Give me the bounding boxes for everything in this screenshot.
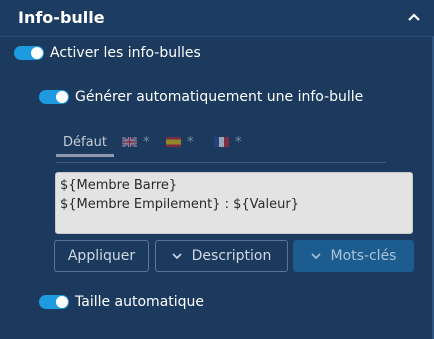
- enable-tooltips-toggle-row[interactable]: Activer les info-bulles: [14, 45, 201, 61]
- auto-generate-toggle[interactable]: [39, 90, 69, 104]
- auto-size-toggle[interactable]: [39, 295, 69, 309]
- chevron-up-icon[interactable]: [408, 13, 420, 21]
- description-button-label: Description: [191, 248, 272, 264]
- tab-english-marker: *: [143, 134, 150, 150]
- tab-english[interactable]: *: [122, 124, 150, 160]
- panel-header[interactable]: Info-bulle: [0, 0, 434, 37]
- tab-default-label: Défaut: [63, 134, 107, 150]
- apply-button-label: Appliquer: [67, 248, 136, 264]
- keywords-button[interactable]: Mots-clés: [293, 240, 414, 272]
- active-tab-indicator: [56, 154, 114, 157]
- panel-title: Info-bulle: [18, 8, 105, 27]
- toggle-knob: [56, 91, 68, 103]
- chevron-down-icon: [172, 253, 182, 259]
- tab-spanish-marker: *: [187, 134, 194, 150]
- auto-generate-toggle-row[interactable]: Générer automatiquement une info-bulle: [39, 89, 363, 105]
- language-tabs: Défaut * * *: [56, 124, 386, 163]
- enable-tooltips-label: Activer les info-bulles: [50, 45, 201, 61]
- editor-line: ${Membre Barre}: [60, 178, 178, 193]
- spain-flag-icon: [166, 137, 181, 147]
- uk-flag-icon: [122, 137, 137, 147]
- chevron-down-icon: [310, 253, 321, 259]
- tooltip-template-editor[interactable]: ${Membre Barre} ${Membre Empilement} : $…: [55, 172, 413, 234]
- tab-spanish[interactable]: *: [166, 124, 194, 160]
- toggle-knob: [31, 47, 43, 59]
- tab-french[interactable]: *: [214, 124, 242, 160]
- keywords-button-label: Mots-clés: [330, 248, 397, 264]
- tab-french-marker: *: [235, 134, 242, 150]
- editor-line: ${Membre Empilement} : ${Valeur}: [60, 197, 299, 212]
- auto-size-label: Taille automatique: [75, 294, 205, 310]
- tab-default[interactable]: Défaut: [56, 124, 114, 160]
- description-button[interactable]: Description: [155, 240, 288, 272]
- toggle-knob: [56, 296, 68, 308]
- france-flag-icon: [214, 137, 229, 147]
- auto-generate-label: Générer automatiquement une info-bulle: [75, 89, 364, 105]
- enable-tooltips-toggle[interactable]: [14, 46, 44, 60]
- auto-size-toggle-row[interactable]: Taille automatique: [39, 294, 204, 310]
- tooltip-panel: Info-bulle Activer les info-bulles Génér…: [0, 0, 434, 339]
- apply-button[interactable]: Appliquer: [54, 240, 149, 272]
